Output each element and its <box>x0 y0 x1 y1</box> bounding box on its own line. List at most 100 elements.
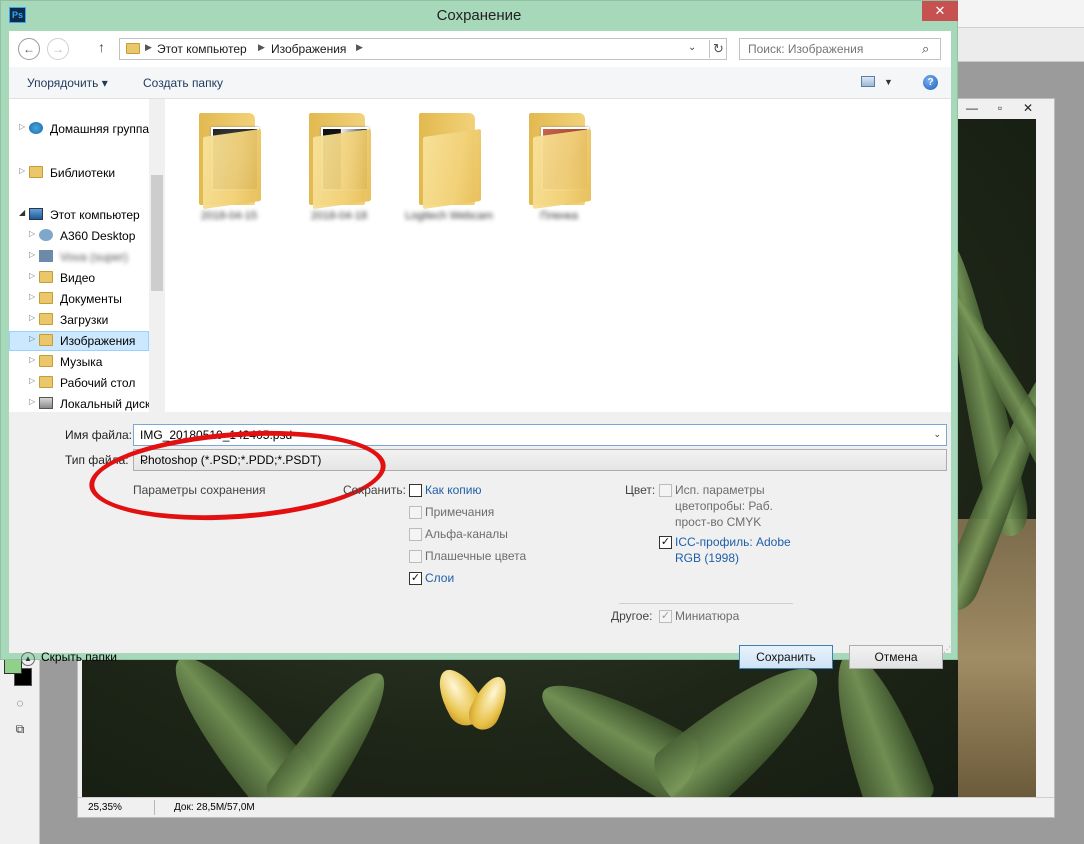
resize-grip-icon[interactable]: ⋰ <box>943 645 951 654</box>
scrollbar-thumb[interactable] <box>151 175 163 291</box>
breadcrumb-pictures[interactable]: Изображения <box>271 42 346 56</box>
folder-name: Logitech Webcam <box>405 210 493 222</box>
zoom-level[interactable]: 25,35% <box>88 802 122 813</box>
address-history-chevron-icon[interactable]: ⌄ <box>688 42 696 53</box>
layers-label[interactable]: Слои <box>425 571 454 585</box>
proof-setup-line1: Исп. параметры <box>675 483 765 497</box>
nav-item-videos[interactable]: ▷ Видео <box>9 268 149 288</box>
file-view[interactable]: 2018-04-15 2018-04-18 Logitech Webcam Пл… <box>165 99 951 412</box>
organize-menu[interactable]: Упорядочить ▾ <box>27 76 108 90</box>
folder-icon <box>199 113 265 210</box>
filename-label: Имя файла: <box>65 428 132 442</box>
homegroup-icon <box>29 122 43 134</box>
as-copy-label[interactable]: Как копию <box>425 483 482 497</box>
nav-item-label: Загрузки <box>60 313 109 327</box>
address-bar[interactable]: ▶ Этот компьютер ▶ Изображения ▶ ⌄ ↻ <box>119 38 727 60</box>
quick-mask-icon[interactable]: ◌ <box>10 696 30 714</box>
command-bar: Упорядочить ▾ Создать папку ▼ ? <box>9 67 951 99</box>
annotations-label: Примечания <box>425 505 495 519</box>
cancel-button[interactable]: Отмена <box>849 645 943 669</box>
new-folder-button[interactable]: Создать папку <box>143 76 223 90</box>
breadcrumb-chevron-icon[interactable]: ▶ <box>145 42 152 53</box>
dialog-close-button[interactable]: ✕ <box>922 1 958 21</box>
view-options-chevron-icon[interactable]: ▼ <box>884 77 893 87</box>
icc-profile-checkbox[interactable]: ✓ <box>659 536 672 549</box>
expand-arrow-icon[interactable]: ▷ <box>29 250 35 259</box>
refresh-icon[interactable]: ↻ <box>709 40 727 58</box>
cloud-drive-icon <box>39 229 53 241</box>
doc-close-button[interactable]: ✕ <box>1014 100 1042 117</box>
expand-arrow-icon[interactable]: ▷ <box>29 376 35 385</box>
help-icon[interactable]: ? <box>923 75 938 90</box>
search-box[interactable]: ⌕ <box>739 38 941 60</box>
expand-arrow-icon[interactable]: ▷ <box>29 355 35 364</box>
expand-arrow-icon[interactable]: ▷ <box>29 271 35 280</box>
document-size-info[interactable]: Док: 28,5M/57,0M <box>174 802 255 813</box>
chevron-down-icon[interactable]: ⌄ <box>933 429 941 440</box>
spot-colors-checkbox[interactable] <box>409 550 422 563</box>
nav-item-a360[interactable]: ▷ A360 Desktop <box>9 226 149 246</box>
nav-item-pictures[interactable]: ▷ Изображения <box>9 331 149 351</box>
dialog-titlebar[interactable]: Ps Сохранение ✕ <box>1 1 958 31</box>
nav-item-this-pc[interactable]: ◢ Этот компьютер <box>9 205 149 225</box>
device-icon <box>39 250 53 262</box>
ps-options-strip <box>958 28 1084 62</box>
collapse-arrow-icon[interactable]: ◢ <box>19 208 25 217</box>
nav-item-documents[interactable]: ▷ Документы <box>9 289 149 309</box>
chevron-up-icon[interactable]: ▲ <box>21 652 35 666</box>
expand-arrow-icon[interactable]: ▷ <box>29 292 35 301</box>
expand-arrow-icon[interactable]: ▷ <box>19 166 25 175</box>
expand-arrow-icon[interactable]: ▷ <box>29 334 35 343</box>
expand-arrow-icon[interactable]: ▷ <box>29 313 35 322</box>
breadcrumb-this-pc[interactable]: Этот компьютер <box>157 42 247 56</box>
nav-pane-scrollbar[interactable] <box>149 99 165 412</box>
folder-name: 2018-04-15 <box>200 210 258 222</box>
thumbnail-label: Миниатюра <box>675 609 740 623</box>
layers-checkbox[interactable]: ✓ <box>409 572 422 585</box>
computer-icon <box>29 208 43 220</box>
expand-arrow-icon[interactable]: ▷ <box>29 397 35 406</box>
annotations-checkbox[interactable] <box>409 506 422 519</box>
documents-folder-icon <box>39 292 53 304</box>
as-copy-checkbox[interactable] <box>409 484 422 497</box>
nav-item-network-device[interactable]: ▷ Vova (super) <box>9 247 149 267</box>
expand-arrow-icon[interactable]: ▷ <box>19 122 25 131</box>
hide-folders-button[interactable]: Скрыть папки <box>41 650 117 664</box>
other-options-label: Другое: <box>611 609 653 623</box>
nav-item-desktop[interactable]: ▷ Рабочий стол <box>9 373 149 393</box>
folder-icon <box>529 113 595 210</box>
thumbnail-checkbox[interactable]: ✓ <box>659 610 672 623</box>
breadcrumb-chevron-icon[interactable]: ▶ <box>258 42 265 53</box>
proof-setup-checkbox[interactable] <box>659 484 672 497</box>
nav-item-homegroup[interactable]: ▷ Домашняя группа <box>9 119 149 139</box>
save-button[interactable]: Сохранить <box>739 645 833 669</box>
nav-item-label: Документы <box>60 292 122 306</box>
nav-item-label: Музыка <box>60 355 103 369</box>
search-input[interactable] <box>740 39 916 59</box>
nav-item-music[interactable]: ▷ Музыка <box>9 352 149 372</box>
up-folder-icon[interactable]: ↑ <box>98 39 105 55</box>
folder-tile[interactable]: 2018-04-15 <box>179 107 279 237</box>
icc-profile-line1[interactable]: ICC-профиль: Adobe <box>675 535 791 549</box>
doc-minimize-button[interactable]: — <box>958 100 986 117</box>
save-form: Имя файла: ⌄ Тип файла: Photoshop (*.PSD… <box>9 412 951 669</box>
expand-arrow-icon[interactable]: ▷ <box>29 229 35 238</box>
folder-tile[interactable]: 2018-04-18 <box>289 107 389 237</box>
folder-name: Пленка <box>540 210 578 222</box>
back-button[interactable]: ← <box>18 38 40 60</box>
nav-item-local-disk[interactable]: ▷ Локальный диск <box>9 394 150 412</box>
alpha-channels-checkbox[interactable] <box>409 528 422 541</box>
folder-tile[interactable]: Logitech Webcam <box>399 107 499 237</box>
screen-mode-icon[interactable]: ⧉ <box>10 722 30 740</box>
save-dialog: Ps Сохранение ✕ ← → ↑ ▶ Этот компьютер ▶… <box>0 0 958 669</box>
icc-profile-line2[interactable]: RGB (1998) <box>675 551 739 565</box>
change-view-icon[interactable] <box>861 76 875 87</box>
breadcrumb-chevron-icon[interactable]: ▶ <box>356 42 363 53</box>
search-icon[interactable]: ⌕ <box>922 41 929 57</box>
forward-button[interactable]: → <box>47 38 69 60</box>
nav-item-downloads[interactable]: ▷ Загрузки <box>9 310 149 330</box>
doc-restore-button[interactable]: ▫ <box>986 100 1014 117</box>
folder-tile[interactable]: Пленка <box>509 107 609 237</box>
folder-front <box>423 128 481 210</box>
nav-item-libraries[interactable]: ▷ Библиотеки <box>9 163 149 183</box>
